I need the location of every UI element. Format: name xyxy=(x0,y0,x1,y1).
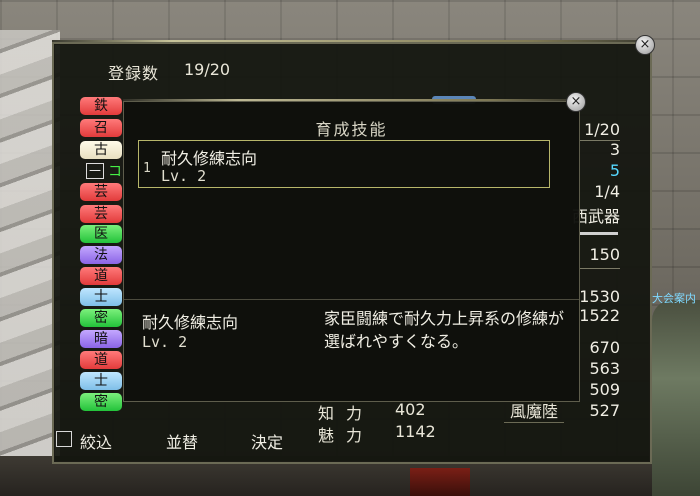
stat-value: 3 xyxy=(609,140,620,159)
stat-bar xyxy=(580,232,618,235)
category-tag[interactable]: 召 xyxy=(80,119,122,137)
detail-skill-name: 耐久修練志向 xyxy=(142,313,239,332)
category-tag[interactable]: 鉄 xyxy=(80,97,122,115)
filter-button[interactable]: 絞込 xyxy=(80,429,112,453)
category-tag[interactable]: 密 xyxy=(80,309,122,327)
skill-index: 1 xyxy=(143,161,151,176)
stat-value: 1/4 xyxy=(594,182,620,201)
category-tag[interactable]: 士 xyxy=(80,288,122,306)
category-tag[interactable]: 古 xyxy=(80,141,122,159)
training-skill-dialog: 育成技能 1 耐久修練志向 Lv. 2 耐久修練志向 Lv. 2 家臣闘練で耐久… xyxy=(123,101,580,402)
stat-value: 1/20 xyxy=(584,120,620,139)
stat-value: 150 xyxy=(589,245,620,264)
category-tag[interactable]: 士 xyxy=(80,372,122,390)
row-partial-text: コ xyxy=(108,164,122,180)
select-checkbox[interactable]: — xyxy=(86,163,104,179)
main-close-button[interactable]: × xyxy=(635,35,655,55)
registered-label: 登録数 xyxy=(108,64,160,83)
detail-skill-level: Lv. 2 xyxy=(142,333,188,351)
category-tag[interactable]: 道 xyxy=(80,267,122,285)
background-stairs xyxy=(0,30,60,496)
stat-value-charm: 1142 xyxy=(395,422,436,441)
dialog-divider xyxy=(124,299,579,300)
skill-list-item[interactable]: 1 耐久修練志向 Lv. 2 xyxy=(138,140,550,188)
category-tag[interactable]: 芸 xyxy=(80,205,122,223)
stat-divider xyxy=(580,268,620,269)
registered-value: 19/20 xyxy=(184,60,231,79)
background-character xyxy=(410,468,470,496)
category-tag[interactable]: 暗 xyxy=(80,330,122,348)
stat-value: 1522 xyxy=(579,306,620,325)
stat-value-intellect: 402 xyxy=(395,400,426,419)
detail-description: 家臣闘練で耐久力上昇系の修練が選ばれやすくなる。 xyxy=(324,309,565,351)
stat-value: 1530 xyxy=(579,287,620,306)
skill-name: 耐久修練志向 xyxy=(161,149,258,168)
stat-value: 670 xyxy=(589,338,620,357)
skill-level: Lv. 2 xyxy=(161,167,207,185)
stat-label-intellect: 知力 xyxy=(318,404,375,423)
category-tag[interactable]: 芸 xyxy=(80,183,122,201)
stat-value: 527 xyxy=(589,401,620,420)
category-tag[interactable]: 密 xyxy=(80,393,122,411)
category-tag[interactable]: 道 xyxy=(80,351,122,369)
category-tag[interactable]: 医 xyxy=(80,225,122,243)
background-npc xyxy=(652,300,700,496)
stat-value-highlight: 5 xyxy=(609,161,620,180)
dialog-title: 育成技能 xyxy=(315,120,388,139)
filter-checkbox[interactable] xyxy=(56,431,72,447)
stat-label-charm: 魅力 xyxy=(318,426,375,445)
stat-value: 509 xyxy=(589,380,620,399)
dialog-close-button[interactable]: × xyxy=(566,92,586,112)
sort-button[interactable]: 並替 xyxy=(166,429,198,453)
npc-name-label: 大会案内 xyxy=(652,292,696,305)
stat-value: 563 xyxy=(589,359,620,378)
confirm-button[interactable]: 決定 xyxy=(251,429,283,453)
category-tag[interactable]: 法 xyxy=(80,246,122,264)
